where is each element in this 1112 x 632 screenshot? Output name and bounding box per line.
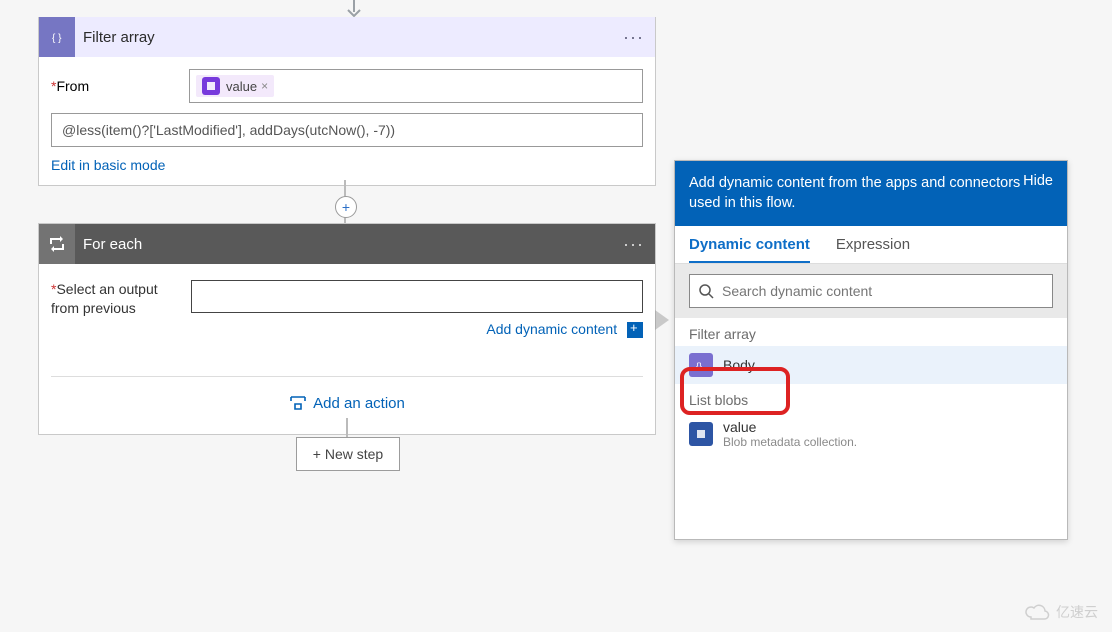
insert-step-plus: + — [330, 193, 360, 223]
add-dynamic-content-icon[interactable] — [627, 322, 643, 338]
for-each-menu[interactable]: ··· — [623, 234, 655, 255]
search-icon — [698, 283, 714, 299]
add-dynamic-content-link[interactable]: Add dynamic content — [486, 321, 617, 337]
for-each-title: For each — [75, 236, 623, 253]
flow-arrow-icon — [344, 0, 364, 18]
for-each-card: For each ··· *Select an output from prev… — [38, 223, 656, 435]
hide-panel-link[interactable]: Hide — [1023, 173, 1053, 214]
svg-text:{ }: { } — [52, 33, 62, 44]
tab-dynamic-content[interactable]: Dynamic content — [689, 236, 810, 263]
remove-token-icon[interactable]: × — [261, 79, 268, 93]
new-step-button[interactable]: + New step — [296, 437, 400, 471]
tab-expression[interactable]: Expression — [836, 236, 910, 263]
storage-icon — [689, 422, 713, 446]
filter-array-menu[interactable]: ··· — [623, 27, 655, 48]
select-output-label: *Select an output from previous — [51, 280, 191, 318]
section-filter-array: Filter array — [675, 318, 1067, 346]
for-each-header[interactable]: For each ··· — [39, 224, 655, 264]
filter-array-card: { } Filter array ··· *From value × @less… — [38, 17, 656, 186]
filter-array-title: Filter array — [75, 29, 623, 46]
from-label: *From — [51, 78, 189, 94]
dynamic-content-panel: Add dynamic content from the apps and co… — [674, 160, 1068, 540]
edit-basic-mode-link[interactable]: Edit in basic mode — [51, 157, 643, 173]
svg-text:{}: {} — [696, 361, 702, 371]
value-token[interactable]: value × — [196, 75, 274, 97]
section-list-blobs: List blobs — [675, 384, 1067, 412]
panel-pointer-icon — [655, 310, 669, 330]
insert-step-button[interactable]: + — [335, 196, 357, 218]
filter-expression-input[interactable]: @less(item()?['LastModified'], addDays(u… — [51, 113, 643, 147]
data-operations-icon: { } — [39, 17, 75, 57]
watermark: 亿速云 — [1024, 602, 1098, 622]
panel-search-input[interactable] — [689, 274, 1053, 308]
filter-array-header[interactable]: { } Filter array ··· — [39, 17, 655, 57]
data-operations-icon: {} — [689, 353, 713, 377]
loop-icon — [39, 224, 75, 264]
storage-icon — [202, 77, 220, 95]
dynamic-item-body[interactable]: {} Body — [675, 346, 1067, 384]
from-input[interactable]: value × — [189, 69, 643, 103]
panel-heading: Add dynamic content from the apps and co… — [689, 173, 1023, 214]
select-output-input[interactable] — [191, 280, 643, 313]
dynamic-item-value[interactable]: value Blob metadata collection. — [675, 412, 1067, 456]
